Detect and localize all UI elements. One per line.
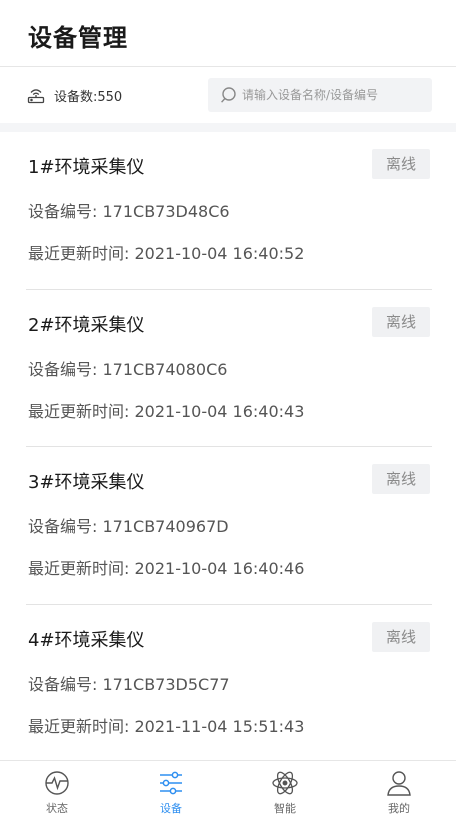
status-badge: 离线	[372, 306, 430, 337]
user-icon	[387, 771, 411, 796]
info-bar: 设备数:550	[0, 67, 456, 123]
device-name: 2#环境采集仪	[28, 314, 145, 336]
status-badge: 离线	[372, 149, 430, 179]
device-count: 设备数:550	[26, 85, 122, 105]
search-box[interactable]	[208, 78, 432, 112]
tab-status[interactable]: 状态	[0, 761, 114, 822]
device-update-time: 最近更新时间: 2021-10-04 16:40:43	[28, 401, 305, 421]
router-icon	[27, 89, 45, 104]
device-card[interactable]: 2#环境采集仪 离线 设备编号: 171CB74080C6 最近更新时间: 20…	[26, 290, 432, 447]
search-input[interactable]	[242, 88, 422, 102]
device-card[interactable]: 3#环境采集仪 离线 设备编号: 171CB740967D 最近更新时间: 20…	[26, 447, 432, 605]
device-id: 设备编号: 171CB73D48C6	[28, 202, 230, 221]
app-header: 设备管理	[0, 0, 456, 66]
tab-device[interactable]: 设备	[114, 761, 228, 822]
device-id: 设备编号: 171CB73D5C77	[28, 674, 230, 694]
tab-mine-label: 我的	[388, 802, 410, 815]
section-gap	[0, 123, 456, 132]
status-badge: 离线	[372, 464, 430, 494]
tab-mine[interactable]: 我的	[342, 761, 456, 822]
device-name: 3#环境采集仪	[28, 472, 145, 493]
bottom-tab-bar: 状态 设备 智能 我的	[0, 760, 456, 822]
device-settings-icon	[160, 771, 182, 795]
search-icon	[221, 87, 236, 103]
device-name: 1#环境采集仪	[28, 157, 145, 178]
tab-smart[interactable]: 智能	[228, 761, 342, 822]
status-icon	[45, 771, 69, 795]
tab-smart-label: 智能	[274, 802, 296, 815]
device-count-text: 设备数:550	[54, 89, 123, 105]
tab-status-label: 状态	[46, 802, 68, 815]
tab-device-label: 设备	[160, 802, 182, 815]
device-update-time: 最近更新时间: 2021-10-04 16:40:46	[28, 559, 305, 578]
page-title: 设备管理	[28, 24, 128, 52]
device-id: 设备编号: 171CB74080C6	[28, 359, 228, 379]
device-list: 1#环境采集仪 离线 设备编号: 171CB73D48C6 最近更新时间: 20…	[0, 132, 456, 762]
device-update-time: 最近更新时间: 2021-10-04 16:40:52	[28, 244, 305, 263]
status-badge: 离线	[372, 621, 430, 652]
device-update-time: 最近更新时间: 2021-11-04 15:51:43	[28, 716, 305, 736]
device-card[interactable]: 1#环境采集仪 离线 设备编号: 171CB73D48C6 最近更新时间: 20…	[26, 132, 432, 290]
atom-icon	[272, 771, 298, 795]
device-id: 设备编号: 171CB740967D	[28, 517, 229, 536]
device-card[interactable]: 4#环境采集仪 离线 设备编号: 171CB73D5C77 最近更新时间: 20…	[26, 605, 432, 762]
device-name: 4#环境采集仪	[28, 629, 145, 651]
